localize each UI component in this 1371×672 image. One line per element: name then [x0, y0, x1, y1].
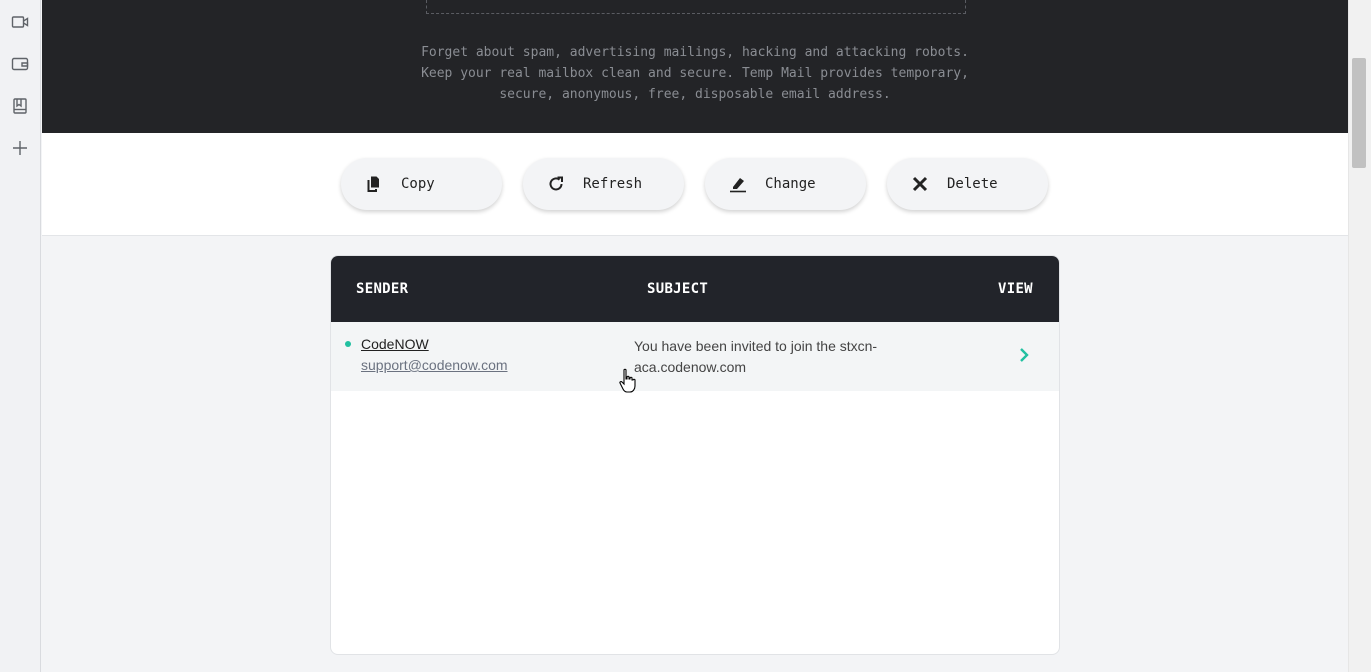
action-bar: Copy Refresh Change Delete [42, 133, 1348, 236]
copy-button[interactable]: Copy [341, 158, 502, 210]
chevron-right-icon[interactable] [1015, 346, 1033, 364]
copy-label: Copy [401, 176, 435, 192]
hero-section: Forget about spam, advertising mailings,… [42, 0, 1348, 133]
video-icon[interactable] [8, 10, 32, 34]
hand-cursor-icon [618, 368, 638, 394]
wallet-icon[interactable] [8, 52, 32, 76]
hero-line: Forget about spam, advertising mailings,… [421, 45, 969, 60]
add-icon[interactable] [8, 136, 32, 160]
browser-sidebar [0, 0, 41, 672]
change-label: Change [765, 176, 816, 192]
subject-column-header: SUBJECT [647, 281, 709, 297]
copy-icon [365, 175, 383, 193]
delete-label: Delete [947, 176, 998, 192]
view-column-header: VIEW [998, 281, 1033, 297]
change-button[interactable]: Change [705, 158, 866, 210]
inbox-header: SENDER SUBJECT VIEW [331, 256, 1059, 322]
delete-button[interactable]: Delete [887, 158, 1048, 210]
inbox-table: SENDER SUBJECT VIEW CodeNOW support@code… [330, 255, 1060, 655]
close-icon [911, 175, 929, 193]
edit-icon [729, 175, 747, 193]
sender-email-link[interactable]: support@codenow.com [361, 357, 508, 373]
page-scrollbar[interactable] [1348, 0, 1371, 672]
mail-row[interactable]: CodeNOW support@codenow.com You have bee… [331, 322, 1059, 391]
email-box-border [426, 0, 966, 14]
refresh-label: Refresh [583, 176, 643, 192]
sender-column-header: SENDER [356, 281, 409, 297]
scrollbar-thumb[interactable] [1352, 58, 1366, 168]
hero-line: Keep your real mailbox clean and secure.… [421, 66, 969, 81]
mail-subject[interactable]: You have been invited to join the stxcn-… [634, 336, 894, 378]
hero-line: secure, anonymous, free, disposable emai… [499, 87, 891, 102]
hero-description: Forget about spam, advertising mailings,… [42, 42, 1348, 105]
refresh-icon [547, 175, 565, 193]
bookmark-icon[interactable] [8, 94, 32, 118]
refresh-button[interactable]: Refresh [523, 158, 684, 210]
unread-indicator [345, 341, 351, 347]
sender-name-link[interactable]: CodeNOW [361, 336, 429, 352]
